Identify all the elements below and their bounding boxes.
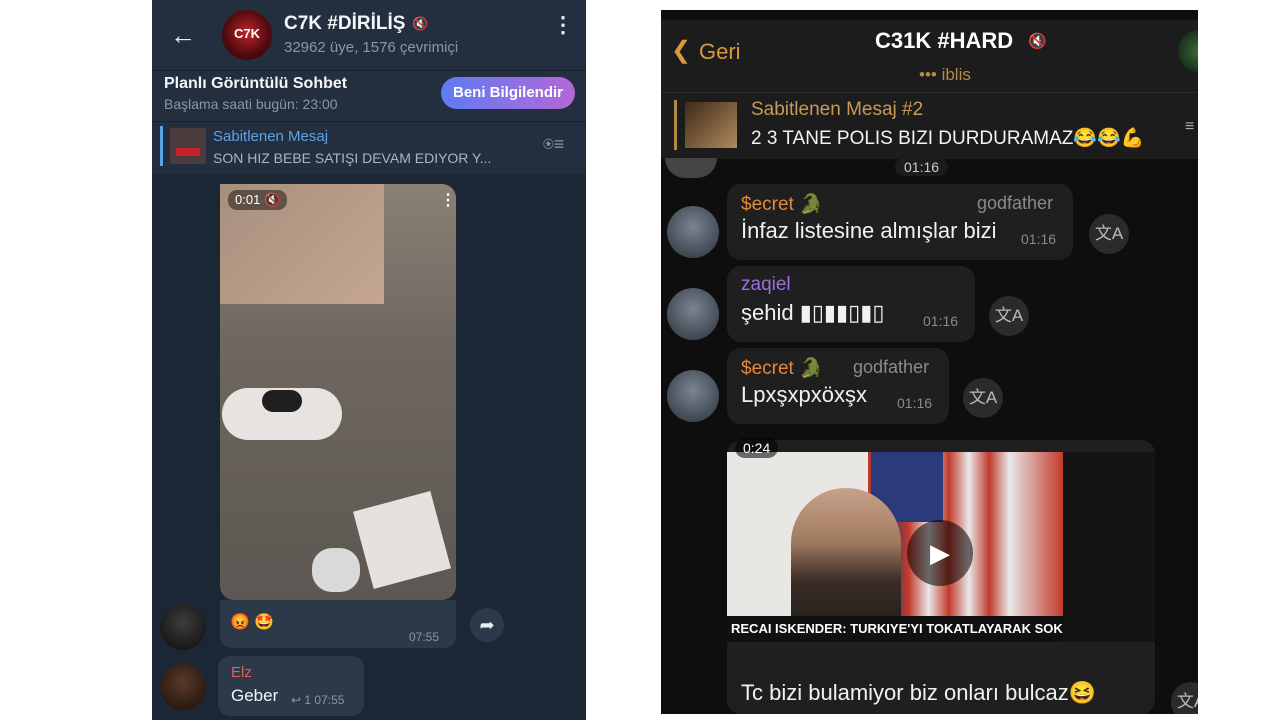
right-phone-screenshot: ❮ Geri C31K #HARD 🔇 ••• iblis Sabitlenen… (661, 10, 1198, 714)
sender-name[interactable]: Elz (231, 664, 252, 681)
back-chevron-icon[interactable]: ❮ (671, 36, 691, 65)
notify-me-button[interactable]: Beni Bilgilendir (441, 77, 575, 109)
video-frame-shoe (312, 548, 360, 592)
pinned-indicator (160, 126, 163, 166)
message-time: 01:16 (897, 395, 933, 411)
video-duration: 0:01 🔇 (228, 190, 288, 210)
message-time: 01:16 (1021, 231, 1057, 247)
sender-avatar[interactable] (667, 206, 719, 258)
sender-avatar[interactable] (160, 604, 206, 650)
sender-name[interactable]: zaqiel (741, 274, 791, 296)
pinned-thumbnail (685, 102, 737, 148)
translate-icon[interactable]: 文A (989, 296, 1029, 336)
message-text: İnfaz listesine almışlar bizi (741, 218, 997, 243)
message-text: Tc bizi bulamiyor biz onları bulcaz😆 (741, 680, 1097, 705)
member-count: 32962 üye, 1576 çevrimiçi (284, 39, 459, 56)
speaker-muted-icon[interactable]: 🔇 (264, 192, 280, 207)
play-icon[interactable]: ▶ (907, 520, 973, 586)
avatar-text: C7K (233, 26, 260, 41)
message-text: Lpxşxpxöxşx (741, 382, 867, 407)
group-title[interactable]: C31K #HARD (875, 28, 1013, 54)
left-phone-screenshot: ← C7K C7K #DİRİLİŞ 🔇 32962 üye, 1576 çev… (152, 0, 586, 720)
mute-icon: 🔇 (1028, 33, 1047, 50)
video-frame-cat-spot (262, 390, 302, 412)
sender-avatar[interactable] (665, 158, 717, 178)
typing-status: ••• iblis (919, 65, 971, 84)
pinned-list-icon[interactable]: ⍟≡ (543, 134, 564, 155)
forward-icon[interactable]: ➦ (470, 608, 504, 642)
video-chat-title: Planlı Görüntülü Sohbet (164, 75, 348, 92)
pinned-text: SON HIZ BEBE SATIŞI DEVAM EDIYOR Y... (213, 150, 492, 166)
video-duration: 0:24 (735, 438, 779, 458)
pinned-title: Sabitlenen Mesaj (213, 128, 329, 145)
message-text: şehid ▮▯▮▮▯▮▯ (741, 300, 885, 325)
pinned-text: 2 3 TANE POLIS BIZI DURDURAMAZ😂😂💪 (751, 128, 1145, 149)
reactions[interactable]: 😡 🤩 (230, 612, 274, 632)
sender-avatar[interactable] (667, 370, 719, 422)
pinned-list-icon[interactable]: ≡ (1185, 118, 1194, 136)
message-time: 07:55 (409, 630, 440, 644)
back-arrow-icon[interactable]: ← (170, 22, 196, 48)
crocodile-badge-icon: 🐊 (799, 358, 823, 379)
pinned-title: Sabitlenen Mesaj #2 (751, 99, 924, 120)
message-time: 01:16 (923, 313, 959, 329)
menu-dots-icon[interactable]: ⋮ (552, 14, 574, 36)
group-title[interactable]: C7K #DİRİLİŞ (284, 13, 405, 35)
pinned-thumbnail (170, 128, 206, 164)
sender-name[interactable]: $ecret 🐊 (741, 356, 823, 380)
translate-icon[interactable]: 文A (1171, 682, 1198, 714)
sender-avatar[interactable] (160, 664, 206, 710)
translate-icon[interactable]: 文A (1089, 214, 1129, 254)
sender-tag: godfather (853, 357, 930, 377)
mute-icon: 🔇 (412, 16, 429, 31)
translate-icon[interactable]: 文A (963, 378, 1003, 418)
video-chat-start-time: Başlama saati bugün: 23:00 (164, 96, 338, 112)
message-text: Geber (231, 686, 279, 705)
crocodile-badge-icon: 🐊 (799, 194, 823, 215)
group-avatar[interactable]: C7K (222, 10, 272, 60)
pinned-indicator (674, 100, 677, 150)
video-menu-icon[interactable]: ⋮ (440, 190, 456, 210)
video-thumbnail-sidebar (1063, 452, 1155, 642)
sender-avatar[interactable] (667, 288, 719, 340)
sender-name[interactable]: $ecret 🐊 (741, 192, 823, 216)
video-caption: RECAI ISKENDER: TURKIYE'YI TOKATLAYARAK … (727, 616, 1063, 642)
chat-header (152, 0, 586, 70)
message-meta: ↩ 1 07:55 (291, 693, 345, 707)
sender-tag: godfather (977, 193, 1054, 213)
message-time: 01:16 (895, 158, 949, 176)
back-button[interactable]: Geri (699, 39, 741, 65)
